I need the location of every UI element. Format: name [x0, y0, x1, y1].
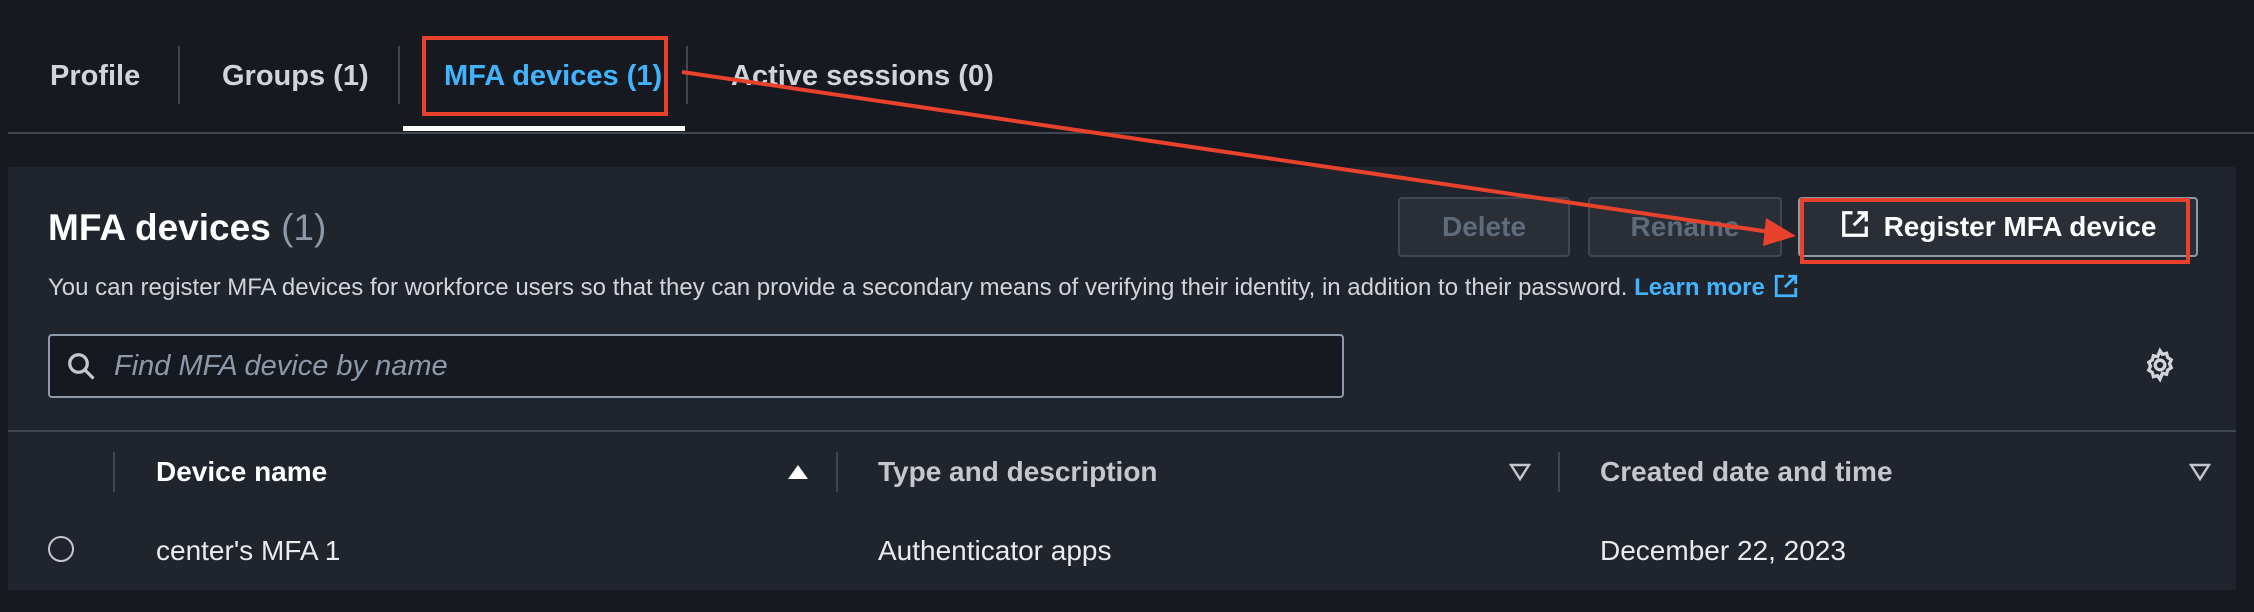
table-row[interactable]: center's MFA 1 Authenticator apps Decemb…: [8, 512, 2236, 590]
panel-description: You can register MFA devices for workfor…: [48, 273, 1799, 306]
sort-icon[interactable]: [2188, 460, 2212, 489]
mfa-devices-panel: MFA devices (1) Delete Rename Register M…: [8, 167, 2236, 590]
sort-icon[interactable]: [1508, 460, 1532, 489]
table-header: Device name Type and description Created…: [8, 430, 2236, 514]
rename-button[interactable]: Rename: [1588, 197, 1782, 257]
search-icon: [50, 351, 112, 381]
external-link-icon[interactable]: [1773, 273, 1799, 306]
column-divider: [1558, 452, 1560, 492]
column-type-description[interactable]: Type and description: [878, 432, 1158, 512]
delete-button[interactable]: Delete: [1398, 197, 1570, 257]
gear-icon[interactable]: [2142, 347, 2178, 388]
tab-divider: [686, 46, 688, 104]
tab-bar: Profile Groups (1) MFA devices (1) Activ…: [8, 0, 2254, 134]
row-select-radio[interactable]: [48, 536, 74, 562]
external-link-icon: [1840, 209, 1884, 246]
tab-mfa-devices[interactable]: MFA devices (1): [444, 44, 662, 108]
panel-title: MFA devices (1): [48, 207, 326, 249]
column-divider: [113, 452, 115, 492]
panel-title-count: (1): [281, 207, 327, 248]
search-input[interactable]: [112, 348, 1316, 384]
cell-device-name: center's MFA 1: [156, 535, 341, 566]
tab-divider: [398, 46, 400, 104]
tab-divider: [178, 46, 180, 104]
tab-profile[interactable]: Profile: [50, 44, 140, 108]
tab-active-sessions[interactable]: Active sessions (0): [731, 44, 994, 108]
search-field[interactable]: [48, 334, 1344, 398]
column-device-name[interactable]: Device name: [156, 432, 327, 512]
register-mfa-device-button[interactable]: Register MFA device: [1798, 197, 2198, 257]
tab-groups[interactable]: Groups (1): [222, 44, 369, 108]
column-divider: [836, 452, 838, 492]
active-tab-indicator: [403, 126, 685, 131]
register-mfa-device-label: Register MFA device: [1883, 211, 2157, 242]
description-text: You can register MFA devices for workfor…: [48, 274, 1628, 301]
cell-type-description: Authenticator apps: [878, 535, 1112, 566]
panel-title-text: MFA devices: [48, 207, 271, 248]
sort-ascending-icon[interactable]: [786, 460, 810, 489]
cell-created-date: December 22, 2023: [1600, 535, 1846, 566]
learn-more-link[interactable]: Learn more: [1634, 274, 1765, 301]
column-created-date[interactable]: Created date and time: [1600, 432, 1893, 512]
